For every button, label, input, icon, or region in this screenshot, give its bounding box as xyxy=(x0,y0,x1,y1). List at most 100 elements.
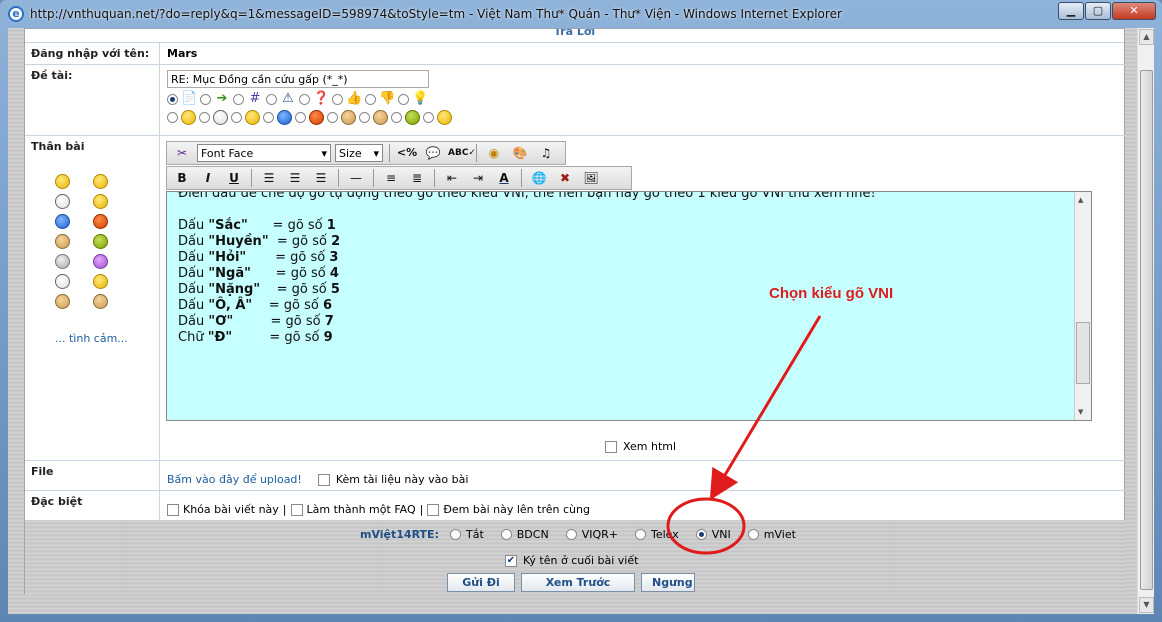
thumbs-up-icon: 👍 xyxy=(346,91,363,106)
spellcheck-icon[interactable]: ABC✓ xyxy=(448,143,476,163)
happy-icon[interactable] xyxy=(93,174,108,189)
post-icon-radio[interactable] xyxy=(233,93,244,105)
sad-icon[interactable] xyxy=(55,214,70,229)
scroll-up-icon[interactable]: ▲ xyxy=(1078,196,1083,204)
font-face-select[interactable]: Font Face ▾ xyxy=(197,144,331,162)
subject-input[interactable] xyxy=(167,70,429,88)
typing-mode-radio[interactable] xyxy=(635,529,646,540)
angry-icon xyxy=(309,110,324,125)
separator-text: | xyxy=(419,503,424,516)
editor-line-pad xyxy=(246,250,275,265)
view-html-checkbox[interactable] xyxy=(605,440,617,453)
font-color-icon[interactable]: A xyxy=(493,168,515,188)
font-size-select[interactable]: Size ▾ xyxy=(335,144,383,162)
typing-mode-radio[interactable] xyxy=(565,529,577,540)
post-icon-radio[interactable] xyxy=(365,93,376,105)
post-icon-radio[interactable] xyxy=(332,93,343,105)
post-icon-radio[interactable] xyxy=(167,93,178,105)
editor-line-num: 4 xyxy=(329,266,339,281)
editor-line-num: 6 xyxy=(322,298,333,313)
editor-scrollbar[interactable]: ▲ ▼ xyxy=(1074,192,1091,420)
post-icon-radio[interactable] xyxy=(359,112,370,123)
cry-icon[interactable] xyxy=(93,294,108,309)
angry-icon[interactable] xyxy=(93,214,108,229)
editor-line-prefix: Chữ xyxy=(178,330,208,345)
upload-link[interactable]: Bấm vào đây để upload! xyxy=(167,473,302,486)
message-editor[interactable]: Điền dấu de chế độ gõ tự động theo gõ th… xyxy=(166,191,1092,421)
typing-mode-radio[interactable] xyxy=(500,529,512,540)
surprised-icon[interactable] xyxy=(93,274,108,289)
sick-icon[interactable] xyxy=(93,234,108,249)
login-row: Đăng nhập với tên: Mars xyxy=(25,43,1126,65)
post-icon-radio[interactable] xyxy=(327,112,338,123)
horizontal-rule-icon[interactable]: — xyxy=(345,168,367,188)
post-icon-radio[interactable] xyxy=(263,112,274,123)
attach-checkbox[interactable] xyxy=(317,473,330,486)
smile-icon[interactable] xyxy=(55,174,70,189)
post-icon-radio[interactable] xyxy=(299,93,310,105)
signature-toggle[interactable]: ✔ Ký tên ở cuối bài viết xyxy=(505,554,638,567)
post-icon-radio[interactable] xyxy=(199,112,210,123)
typing-mode-radio[interactable] xyxy=(695,529,707,540)
italic-icon[interactable]: I xyxy=(197,168,219,188)
subject-row: Đề tài: 📄 ➔ # ⚠ ❓ 👍 👎 💡 xyxy=(25,65,1126,136)
post-icon-radio[interactable] xyxy=(231,112,242,123)
signature-checkbox[interactable]: ✔ xyxy=(505,554,517,567)
minimize-button[interactable]: ▁ xyxy=(1058,2,1084,20)
sticky-checkbox[interactable] xyxy=(427,503,440,516)
scroll-down-icon[interactable]: ▼ xyxy=(1139,597,1154,613)
thinking-icon[interactable] xyxy=(55,234,70,249)
post-icon-radio[interactable] xyxy=(423,112,434,123)
align-right-icon[interactable]: ☰ xyxy=(310,168,332,188)
align-left-icon[interactable]: ☰ xyxy=(258,168,280,188)
page-scrollbar[interactable]: ▲ ▼ xyxy=(1137,28,1154,614)
emotions-link[interactable]: ... tình cảm... xyxy=(55,332,128,345)
code-tag-button[interactable]: <% xyxy=(396,143,418,163)
editor-scroll-thumb[interactable] xyxy=(1076,322,1090,384)
font-face-value: Font Face xyxy=(201,146,254,160)
link-icon[interactable]: 🌐 xyxy=(528,168,550,188)
indent-icon[interactable]: ⇥ xyxy=(467,168,489,188)
unlink-icon[interactable]: ✖ xyxy=(554,168,576,188)
music-icon[interactable]: ♫ xyxy=(535,143,557,163)
media-icon[interactable]: ◉ xyxy=(483,143,505,163)
unordered-list-icon[interactable]: ≣ xyxy=(406,168,428,188)
submit-button[interactable]: Gửi Đi xyxy=(447,573,515,592)
scroll-down-icon[interactable]: ▼ xyxy=(1078,408,1083,416)
bold-icon[interactable]: B xyxy=(171,168,193,188)
align-center-icon[interactable]: ☰ xyxy=(284,168,306,188)
shock-icon[interactable] xyxy=(55,274,70,289)
devil-icon[interactable] xyxy=(93,254,108,269)
view-html-toggle[interactable]: Xem html xyxy=(605,440,676,453)
speech-bubble-icon[interactable]: 💬 xyxy=(422,143,444,163)
underline-icon[interactable]: U xyxy=(223,168,245,188)
preview-button[interactable]: Xem Trước xyxy=(521,573,635,592)
close-button[interactable]: ✕ xyxy=(1112,2,1156,20)
nerd-icon[interactable] xyxy=(55,294,70,309)
post-icon-radio[interactable] xyxy=(200,93,211,105)
post-icon-radio[interactable] xyxy=(266,93,277,105)
outdent-icon[interactable]: ⇤ xyxy=(441,168,463,188)
paint-icon[interactable]: 🎨 xyxy=(509,143,531,163)
typing-mode-radio[interactable] xyxy=(449,529,461,540)
scroll-up-icon[interactable]: ▲ xyxy=(1139,29,1154,45)
page-scroll-thumb[interactable] xyxy=(1140,70,1153,590)
stop-button[interactable]: Ngưng xyxy=(641,573,695,592)
typing-mode-option-label: mViet xyxy=(763,528,796,541)
cool-icon[interactable] xyxy=(55,194,70,209)
editor-first-line: Điền dấu de chế độ gõ tự động theo gõ th… xyxy=(178,191,876,201)
faq-checkbox[interactable] xyxy=(290,503,303,516)
special-label: Đặc biệt xyxy=(25,491,160,520)
lock-checkbox[interactable] xyxy=(167,503,179,516)
post-icon-radio[interactable] xyxy=(391,112,402,123)
image-icon[interactable]: 🖼 xyxy=(580,168,602,188)
typing-mode-radio[interactable] xyxy=(747,529,759,540)
maximize-button[interactable]: ▢ xyxy=(1085,2,1111,20)
wink-icon[interactable] xyxy=(93,194,108,209)
blank-icon[interactable] xyxy=(55,254,70,269)
post-icon-radio[interactable] xyxy=(398,93,409,105)
ordered-list-icon[interactable]: ≡ xyxy=(380,168,402,188)
post-icon-radio[interactable] xyxy=(295,112,306,123)
clear-format-icon[interactable]: ✂ xyxy=(171,143,193,163)
post-icon-radio[interactable] xyxy=(167,112,178,123)
